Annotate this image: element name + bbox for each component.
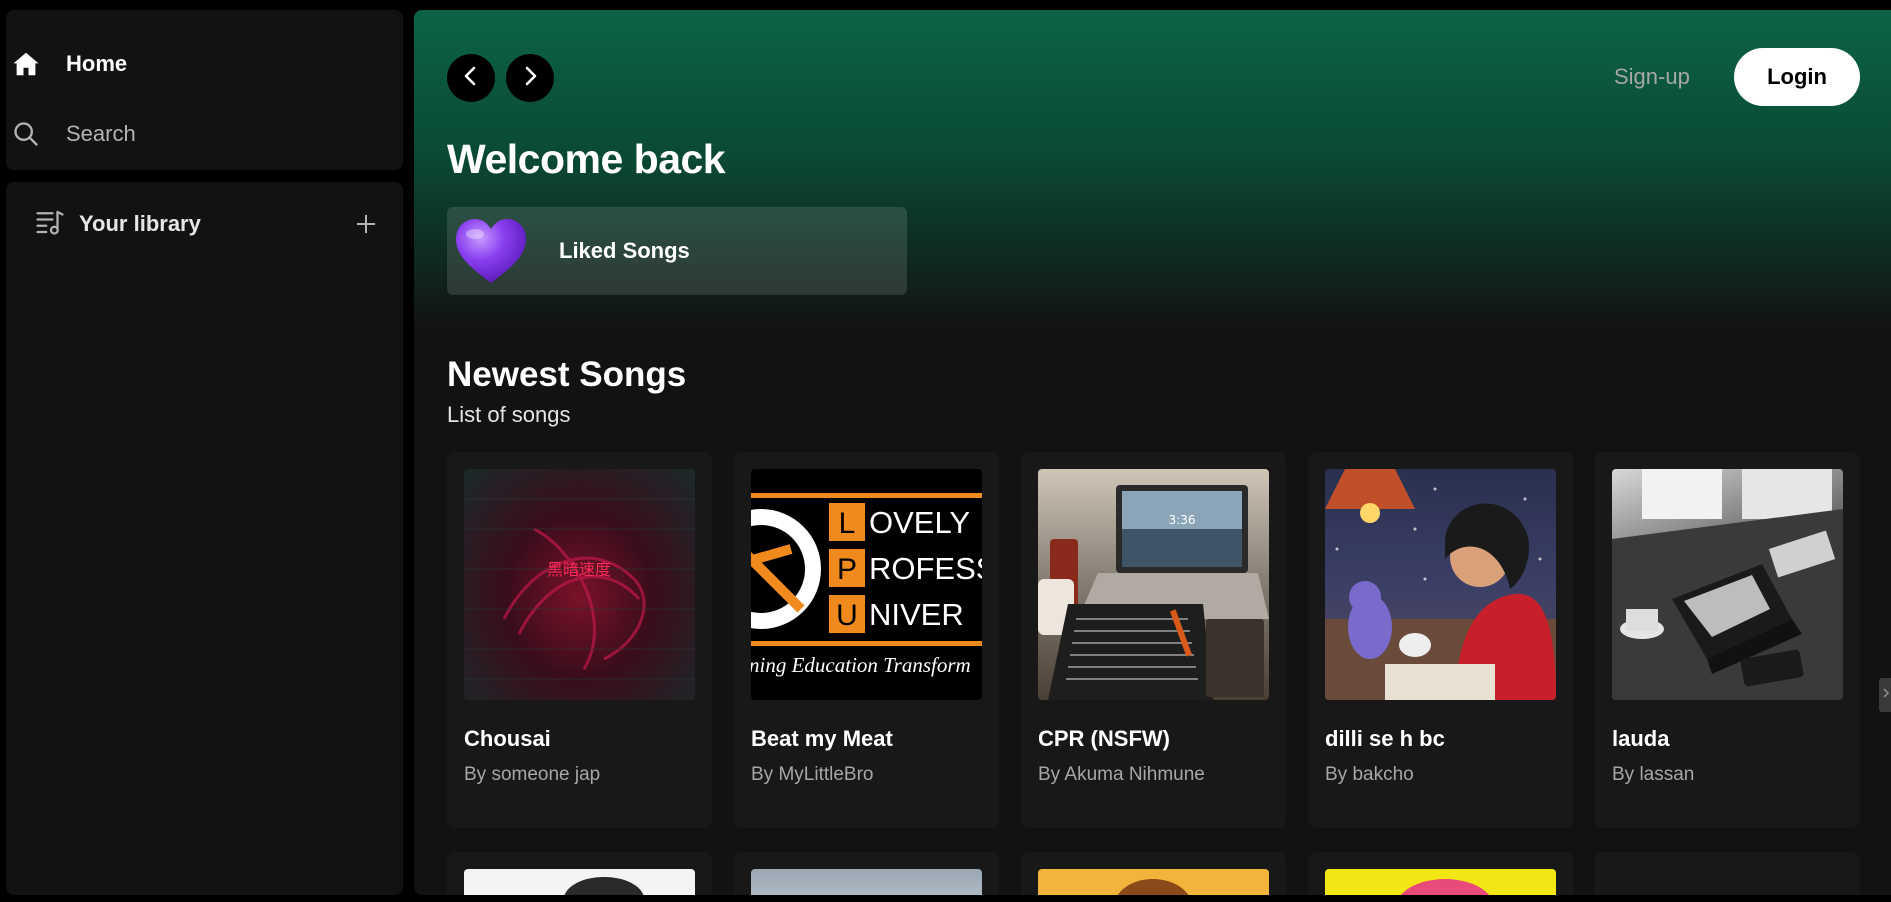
chevron-right-icon bbox=[1882, 686, 1890, 704]
album-art bbox=[751, 869, 982, 895]
album-art: L P U OVELY ROFESS NIVER ning Education … bbox=[751, 469, 982, 700]
song-title: Beat my Meat bbox=[751, 726, 893, 751]
song-title: CPR (NSFW) bbox=[1038, 726, 1170, 751]
album-art-tagline: ning Education Transform bbox=[751, 653, 971, 677]
home-icon bbox=[10, 48, 42, 80]
album-art-line: OVELY bbox=[869, 505, 970, 540]
forward-button[interactable] bbox=[506, 54, 554, 102]
library-panel: Your library bbox=[6, 182, 403, 895]
back-button[interactable] bbox=[447, 54, 495, 102]
sidebar-item-search[interactable]: Search bbox=[6, 114, 136, 154]
song-artist: By someone jap bbox=[464, 764, 601, 785]
song-title: Chousai bbox=[464, 726, 551, 751]
album-art bbox=[464, 869, 695, 895]
song-title: lauda bbox=[1612, 726, 1670, 751]
sidebar-item-label: Search bbox=[66, 121, 136, 146]
library-icon bbox=[35, 207, 65, 242]
chevron-right-icon bbox=[519, 65, 541, 92]
song-artist: By lassan bbox=[1612, 764, 1695, 785]
liked-songs-item[interactable]: Liked Songs bbox=[447, 207, 907, 295]
signup-button[interactable]: Sign-up bbox=[1614, 64, 1690, 90]
song-card[interactable]: L P U OVELY ROFESS NIVER ning Education … bbox=[734, 452, 999, 828]
song-card[interactable]: 黑暗速度 Chousai By someone jap bbox=[447, 452, 712, 828]
song-artist: By bakcho bbox=[1325, 764, 1414, 785]
album-art: 黑暗速度 bbox=[464, 469, 695, 700]
album-art bbox=[1612, 469, 1843, 700]
search-icon bbox=[10, 118, 42, 150]
sidebar-item-home[interactable]: Home bbox=[6, 44, 127, 84]
song-card[interactable]: lauda By lassan bbox=[1595, 452, 1860, 828]
liked-songs-label: Liked Songs bbox=[559, 238, 690, 263]
scroll-right-handle[interactable] bbox=[1879, 678, 1891, 712]
album-art-letter: P bbox=[837, 553, 857, 586]
plus-icon[interactable] bbox=[352, 210, 380, 238]
album-art-line: NIVER bbox=[869, 597, 964, 632]
album-art-line: ROFESS bbox=[869, 551, 982, 586]
song-title: dilli se h bc bbox=[1325, 726, 1445, 751]
album-art-letter: U bbox=[836, 599, 858, 632]
song-artist: By Akuma Nihmune bbox=[1038, 764, 1205, 785]
song-card[interactable] bbox=[447, 852, 712, 895]
album-art-text: 黑暗速度 bbox=[547, 560, 611, 579]
album-art-letter: L bbox=[839, 507, 856, 540]
sidebar-item-label: Home bbox=[66, 51, 128, 76]
section-title: Newest Songs bbox=[447, 355, 687, 394]
library-title: Your library bbox=[79, 211, 201, 236]
section-subtitle: List of songs bbox=[447, 402, 571, 427]
song-artist: By MyLittleBro bbox=[751, 764, 874, 785]
song-card[interactable]: 3:36 CPR (NSFW) By Akuma Nihmune bbox=[1021, 452, 1286, 828]
song-card[interactable] bbox=[1021, 852, 1286, 895]
main-content: Sign-up Login Welcome back Liked Songs N… bbox=[414, 10, 1891, 895]
page-title: Welcome back bbox=[447, 136, 726, 182]
album-art: 3:36 bbox=[1038, 469, 1269, 700]
song-card[interactable] bbox=[1595, 852, 1860, 895]
song-card[interactable] bbox=[1308, 852, 1573, 895]
album-art bbox=[1038, 869, 1269, 895]
chevron-left-icon bbox=[460, 65, 482, 92]
song-card[interactable]: dilli se h bc By bakcho bbox=[1308, 452, 1573, 828]
login-button[interactable]: Login bbox=[1734, 48, 1860, 106]
sidebar-nav: Home Search bbox=[6, 10, 403, 170]
album-art bbox=[1325, 869, 1556, 895]
heart-icon bbox=[447, 207, 535, 295]
library-header[interactable]: Your library bbox=[35, 206, 380, 242]
album-art-time: 3:36 bbox=[1169, 513, 1196, 527]
album-art bbox=[1325, 469, 1556, 700]
song-card[interactable] bbox=[734, 852, 999, 895]
